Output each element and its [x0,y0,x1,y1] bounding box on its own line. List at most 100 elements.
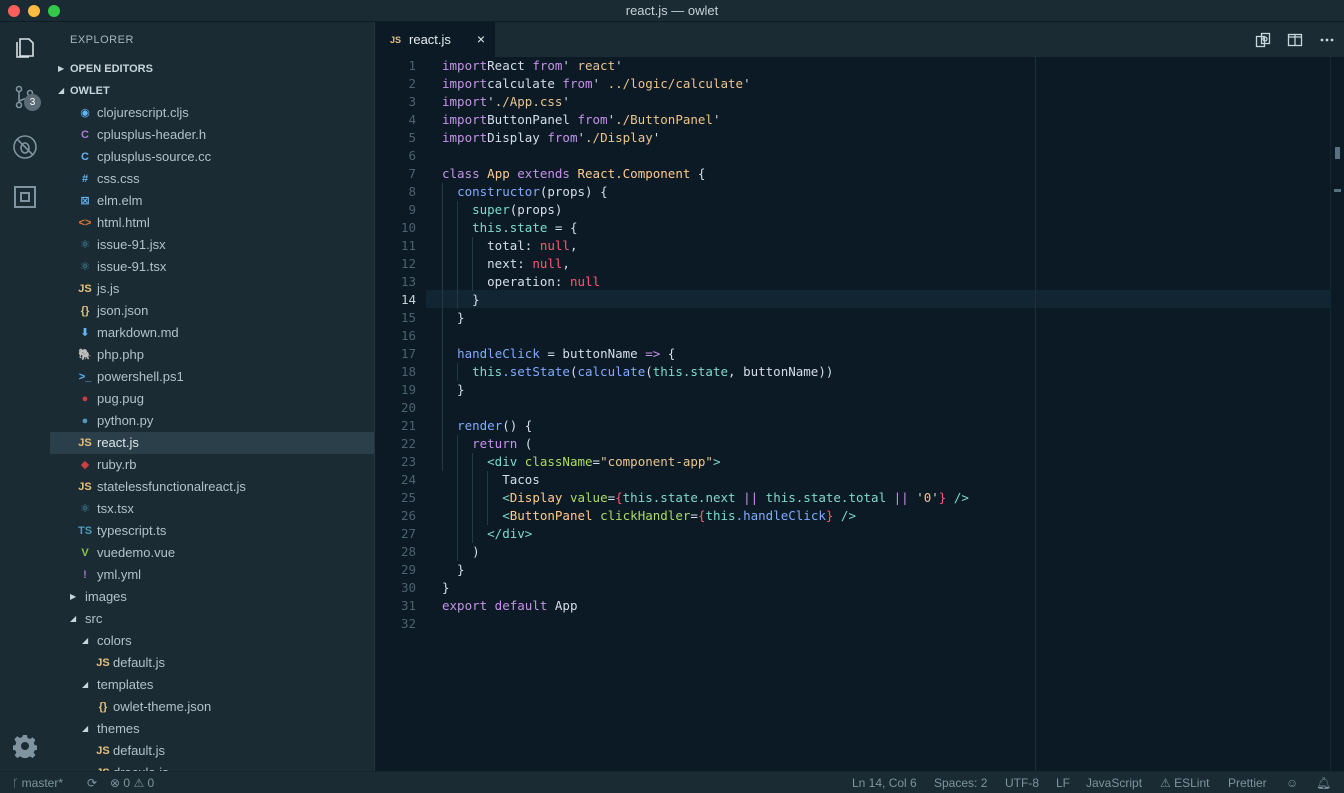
code-token: React [487,58,533,73]
sync-icon[interactable]: ⟳ [87,772,97,793]
file-tree: ◉ clojurescript.cljs Ccplusplus-header.h Cc… [50,102,374,771]
file-item[interactable]: {} owlet-theme.json [50,696,374,718]
folder-label: colors [97,633,132,648]
file-item[interactable]: ● pug.pug [50,388,374,410]
language-mode[interactable]: JavaScript [1086,772,1142,793]
file-label: python.py [97,413,154,428]
file-item[interactable]: ⊠ elm.elm [50,190,374,212]
folder-item[interactable]: ◢ colors [50,630,374,652]
open-editors-section[interactable]: ▶ OPEN EDITORS [50,58,374,80]
line-code: return ( [442,435,532,453]
code-token: this [705,508,736,523]
close-tab-icon[interactable]: × [477,31,485,47]
file-item[interactable]: ! yml.yml [50,564,374,586]
code-editor[interactable]: 1 importReact from' react' 2 importcalculat… [376,57,1344,771]
code-token: total: [442,238,540,253]
project-section[interactable]: ◢ OWLET [50,80,374,102]
indentation[interactable]: Spaces: 2 [934,772,987,793]
settings-gear-icon[interactable] [0,721,50,771]
cursor-position[interactable]: Ln 14, Col 6 [852,772,917,793]
code-token: ' [577,130,586,145]
open-editors-label: OPEN EDITORS [70,63,153,75]
explorer-icon[interactable] [0,22,50,72]
file-item[interactable]: ⚛ issue-91.jsx [50,234,374,256]
code-token: this [472,364,503,379]
code-token: calculate [487,76,563,91]
line-number: 17 [400,346,416,361]
file-item[interactable]: Ccplusplus-header.h [50,124,374,146]
code-token: < [502,490,510,505]
file-item[interactable]: JSdracula.js [50,762,374,771]
close-window-button[interactable] [8,5,20,17]
code-token: Tacos [442,472,540,487]
problems-indicator[interactable]: ⊗ 0 ⚠ 0 [110,772,154,793]
prettier-status[interactable]: Prettier [1228,772,1267,793]
explorer-sidebar: EXPLORER ▶ OPEN EDITORS ◢ OWLET ◉ clojure… [50,22,375,771]
activity-bar: 3 [0,22,50,771]
minimize-window-button[interactable] [28,5,40,17]
source-control-icon[interactable]: 3 [0,72,50,122]
file-item[interactable]: ⚛ issue-91.tsx [50,256,374,278]
title-bar: react.js — owlet [0,0,1344,22]
notifications-bell-icon[interactable]: 🔔︎ [1316,772,1331,793]
eslint-label: ESLint [1174,776,1210,790]
file-item[interactable]: Vvuedemo.vue [50,542,374,564]
folder-item[interactable]: ◢ src [50,608,374,630]
editor-scrollbar[interactable] [1330,57,1344,771]
split-editor-icon[interactable] [1286,31,1304,49]
folder-label: templates [97,677,154,692]
html-file-icon: <> [78,217,92,229]
file-item[interactable]: JS default.js [50,652,374,674]
code-token: { [690,166,706,181]
file-item[interactable]: >_ powershell.ps1 [50,366,374,388]
file-item[interactable]: # css.css [50,168,374,190]
file-item[interactable]: ◆ ruby.rb [50,454,374,476]
line-code: </div> [442,525,532,543]
feedback-smiley-icon[interactable]: ☺ [1286,772,1298,793]
tab-react-js[interactable]: JS react.js × [376,22,495,57]
more-actions-icon[interactable] [1318,31,1336,49]
file-item[interactable]: JS statelessfunctionalreact.js [50,476,374,498]
file-label: powershell.ps1 [97,369,184,384]
maximize-window-button[interactable] [48,5,60,17]
encoding[interactable]: UTF-8 [1005,772,1039,793]
file-item[interactable]: <> html.html [50,212,374,234]
line-number: 27 [400,526,416,541]
branch-indicator[interactable]: ᚴ master* [12,772,63,793]
folder-item[interactable]: ◢ themes [50,718,374,740]
file-item[interactable]: ◉ clojurescript.cljs [50,102,374,124]
extensions-icon[interactable] [0,172,50,222]
file-item[interactable]: ⚛ tsx.tsx [50,498,374,520]
code-line: 14 } [376,291,1330,309]
code-token: => [645,346,661,361]
file-item[interactable]: TS typescript.ts [50,520,374,542]
code-line: 12 next: null, [376,255,1330,273]
debug-icon[interactable] [0,122,50,172]
folder-item[interactable]: ▶ images [50,586,374,608]
line-code: <div className="component-app"> [442,453,720,471]
file-item[interactable]: {} json.json [50,300,374,322]
code-line: 2 importcalculate from' ../logic/calculat… [376,75,1330,93]
scroll-marker [1334,189,1341,192]
js-file-icon: JS [96,762,110,771]
file-item[interactable]: Ccplusplus-source.cc [50,146,374,168]
tab-label: react.js [409,32,451,47]
file-label: cplusplus-header.h [97,127,207,142]
folder-item[interactable]: ◢ templates [50,674,374,696]
code-token: = { [547,220,578,235]
file-item[interactable]: ● python.py [50,410,374,432]
file-label: owlet-theme.json [113,699,212,714]
end-of-line[interactable]: LF [1056,772,1070,793]
chevron-down-icon: ◢ [58,86,65,95]
file-item[interactable]: JS js.js [50,278,374,300]
eslint-status[interactable]: ⚠ ESLint [1160,772,1209,793]
line-code: importDisplay from'./Display' [442,129,660,147]
file-label: ruby.rb [97,457,137,472]
open-changes-icon[interactable] [1254,31,1272,49]
file-item[interactable]: 🐘 php.php [50,344,374,366]
code-token: from [577,112,608,127]
file-item[interactable]: ⬇ markdown.md [50,322,374,344]
file-item[interactable]: JS default.js [50,740,374,762]
file-item[interactable]: JS react.js [50,432,374,454]
